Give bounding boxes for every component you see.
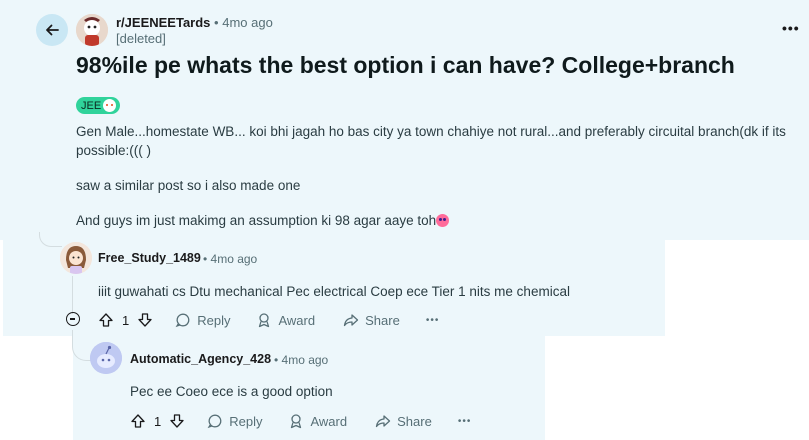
reply-thread-connector (72, 330, 91, 361)
post-meta: r/JEENEETards • 4mo ago (116, 15, 273, 30)
speech-bubble-icon (207, 414, 222, 429)
snoo-face-icon (103, 99, 117, 112)
snoo-avatar-icon (76, 14, 108, 46)
comment-2-score: 1 (154, 413, 162, 429)
subreddit-link[interactable]: r/JEENEETards (116, 15, 210, 30)
collapse-thread-button[interactable] (66, 312, 80, 326)
share-label: Share (397, 413, 432, 429)
post-flair[interactable]: JEE (76, 97, 121, 114)
comment-2-time: • 4mo ago (274, 353, 329, 367)
speech-bubble-icon (175, 313, 190, 328)
arrow-up-icon (99, 313, 113, 327)
comment-2-overflow-button[interactable]: ••• (458, 416, 472, 427)
comment-2-text: Pec ee Coeo ece is a good option (130, 384, 333, 399)
meta-separator: • (214, 15, 219, 30)
comment-2-author[interactable]: Automatic_Agency_428 (130, 352, 271, 366)
arrow-down-icon (170, 414, 184, 428)
comment-1-time: • 4mo ago (203, 252, 258, 266)
default-snoo-avatar-icon (90, 342, 122, 374)
post-title: 98%ile pe whats the best option i can ha… (76, 52, 735, 78)
post-overflow-menu-button[interactable]: ••• (782, 20, 800, 36)
upvote-button[interactable] (130, 413, 146, 429)
comment-1-avatar[interactable] (60, 242, 92, 274)
award-label: Award (278, 312, 316, 328)
comment-1-actions: 1 Reply Award Share ••• (98, 309, 439, 331)
user-avatar-icon (60, 242, 92, 274)
award-button[interactable]: Award (288, 413, 347, 429)
downvote-button[interactable] (169, 413, 185, 429)
arrow-down-icon (138, 313, 152, 327)
arrow-left-icon (46, 24, 59, 36)
subreddit-avatar[interactable] (76, 14, 108, 46)
share-arrow-icon (343, 314, 359, 327)
reply-button[interactable]: Reply (207, 413, 262, 429)
award-label: Award (310, 413, 348, 429)
post-paragraph-1: Gen Male...homestate WB... koi bhi jagah… (76, 124, 786, 158)
arrow-up-icon (131, 414, 145, 428)
award-icon (259, 313, 270, 328)
post-author: [deleted] (116, 31, 166, 46)
award-button[interactable]: Award (256, 312, 315, 328)
comment-1-text: iiit guwahati cs Dtu mechanical Pec elec… (98, 284, 570, 299)
share-button[interactable]: Share (375, 413, 432, 429)
comment-1-score: 1 (122, 312, 130, 328)
back-button[interactable] (36, 14, 68, 46)
reply-label: Reply (229, 413, 263, 429)
comment-2-avatar[interactable] (90, 342, 122, 374)
comment-1-overflow-button[interactable]: ••• (426, 315, 440, 326)
share-button[interactable]: Share (343, 312, 400, 328)
flair-label: JEE (81, 99, 102, 112)
award-icon (291, 414, 302, 429)
comment-2-actions: 1 Reply Award Share ••• (130, 410, 471, 432)
post-paragraph-3: And guys im just makimg an assumption ki… (76, 211, 450, 230)
post-paragraph-3-text: And guys im just makimg an assumption ki… (76, 213, 437, 228)
reply-button[interactable]: Reply (175, 312, 230, 328)
comment-1-author[interactable]: Free_Study_1489 (98, 251, 201, 265)
upvote-button[interactable] (98, 312, 114, 328)
post-paragraph-2: saw a similar post so i also made one (76, 178, 301, 193)
post-time: 4mo ago (222, 15, 273, 30)
share-label: Share (365, 312, 400, 328)
thread-line (72, 276, 73, 314)
downvote-button[interactable] (137, 312, 153, 328)
share-arrow-icon (375, 415, 391, 428)
reply-label: Reply (197, 312, 231, 328)
crying-emoji-icon (436, 214, 450, 227)
